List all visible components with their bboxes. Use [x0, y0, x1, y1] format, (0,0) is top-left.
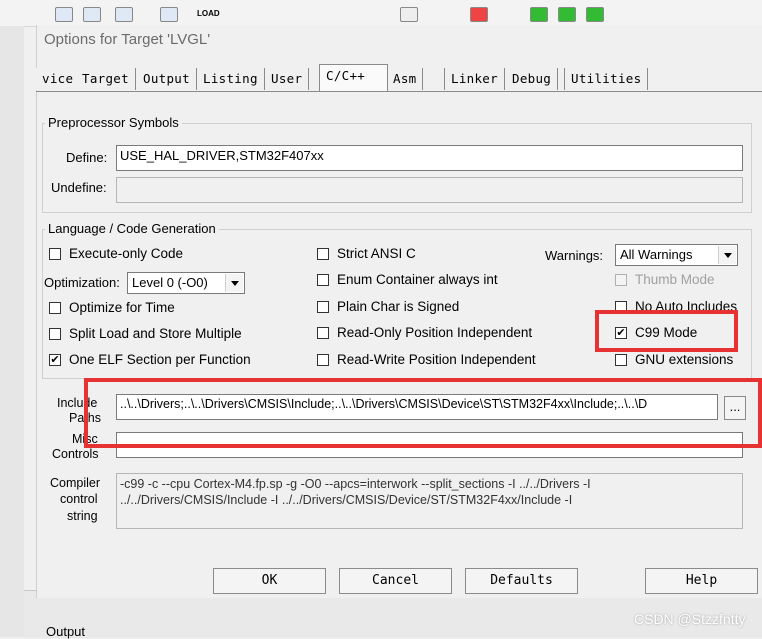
undefine-input[interactable]	[116, 177, 743, 203]
ide-left-panel	[0, 26, 24, 637]
include-paths-highlight-box	[84, 378, 762, 448]
gnu-extensions-label: GNU extensions	[635, 352, 734, 367]
dialog-title: Options for Target 'LVGL'	[44, 31, 211, 48]
enum-container-label: Enum Container always int	[337, 272, 498, 287]
toolbar-button-icon[interactable]	[558, 7, 576, 22]
rw-pi-label: Read-Write Position Independent	[337, 352, 536, 367]
watermark: CSDN @Stzzfntty	[634, 611, 746, 627]
toolbar-button-icon[interactable]	[470, 7, 488, 22]
tab-target[interactable]: Target	[76, 68, 136, 90]
warnings-label: Warnings:	[545, 248, 604, 263]
warnings-select[interactable]: All Warnings	[615, 244, 738, 266]
defaults-button[interactable]: Defaults	[465, 568, 578, 594]
warnings-value: All Warnings	[620, 247, 693, 262]
compiler-control-label-1: Compiler	[50, 476, 101, 490]
tab-listing[interactable]: Listing	[197, 68, 265, 90]
define-input[interactable]: USE_HAL_DRIVER,STM32F407xx	[116, 145, 743, 171]
toolbar-button-icon[interactable]	[55, 7, 73, 22]
thumb-mode-checkbox[interactable]	[615, 274, 627, 286]
optimize-time-checkbox[interactable]	[49, 302, 61, 314]
thumb-mode-label: Thumb Mode	[635, 272, 715, 287]
tab-divider	[36, 91, 762, 92]
load-icon[interactable]: LOAD	[197, 9, 220, 18]
compiler-control-label-2: control	[60, 492, 98, 506]
tab-c-cpp[interactable]: C/C++	[319, 64, 388, 91]
split-load-label: Split Load and Store Multiple	[69, 326, 242, 341]
one-elf-label: One ELF Section per Function	[69, 352, 251, 367]
toolbar-button-icon[interactable]	[160, 7, 178, 22]
ro-pi-checkbox[interactable]	[317, 327, 329, 339]
execute-only-checkbox[interactable]	[49, 248, 61, 260]
tab-utilities[interactable]: Utilities	[564, 68, 649, 90]
language-group-title: Language / Code Generation	[45, 221, 219, 236]
ro-pi-label: Read-Only Position Independent	[337, 325, 533, 340]
toolbar-button-icon[interactable]	[586, 7, 604, 22]
tab-linker[interactable]: Linker	[444, 68, 505, 90]
split-load-checkbox[interactable]	[49, 328, 61, 340]
strict-ansi-label: Strict ANSI C	[337, 246, 416, 261]
tab-device[interactable]: vice	[36, 68, 81, 90]
toolbar-button-icon[interactable]	[530, 7, 548, 22]
toolbar-button-icon[interactable]	[400, 7, 418, 22]
compiler-control-string: -c99 -c --cpu Cortex-M4.fp.sp -g -O0 --a…	[116, 473, 743, 529]
tab-user[interactable]: User	[265, 68, 310, 90]
tab-asm[interactable]: Asm	[387, 68, 424, 90]
optimize-time-label: Optimize for Time	[69, 300, 175, 315]
plain-char-label: Plain Char is Signed	[337, 299, 460, 314]
c99-highlight-box	[595, 310, 738, 352]
tab-bar: vice Target Output Listing User C/C++ As…	[36, 64, 762, 92]
dialog-edge	[752, 25, 762, 45]
one-elf-checkbox[interactable]: ✔	[49, 354, 61, 366]
compiler-control-label-3: string	[67, 509, 98, 523]
chevron-down-icon	[718, 246, 736, 264]
strict-ansi-checkbox[interactable]	[317, 248, 329, 260]
tab-debug[interactable]: Debug	[506, 68, 559, 90]
toolbar-button-icon[interactable]	[83, 7, 101, 22]
misc-controls-label-2: Controls	[52, 447, 99, 461]
cancel-button[interactable]: Cancel	[339, 568, 452, 594]
plain-char-checkbox[interactable]	[317, 301, 329, 313]
toolbar-button-icon[interactable]	[115, 7, 133, 22]
optimization-select[interactable]: Level 0 (-O0)	[127, 272, 245, 294]
execute-only-label: Execute-only Code	[69, 246, 184, 261]
tab-output[interactable]: Output	[137, 68, 197, 90]
ide-toolbar: LOAD	[0, 0, 762, 27]
preprocessor-group-title: Preprocessor Symbols	[45, 115, 182, 130]
undefine-label: Undefine:	[51, 180, 107, 195]
rw-pi-checkbox[interactable]	[317, 354, 329, 366]
enum-container-checkbox[interactable]	[317, 274, 329, 286]
gnu-extensions-checkbox[interactable]	[615, 354, 627, 366]
help-button[interactable]: Help	[645, 568, 758, 594]
define-label: Define:	[66, 150, 108, 165]
optimization-label: Optimization:	[44, 275, 120, 290]
optimization-value: Level 0 (-O0)	[132, 275, 208, 290]
chevron-down-icon	[225, 274, 243, 292]
ok-button[interactable]: OK	[213, 568, 326, 594]
